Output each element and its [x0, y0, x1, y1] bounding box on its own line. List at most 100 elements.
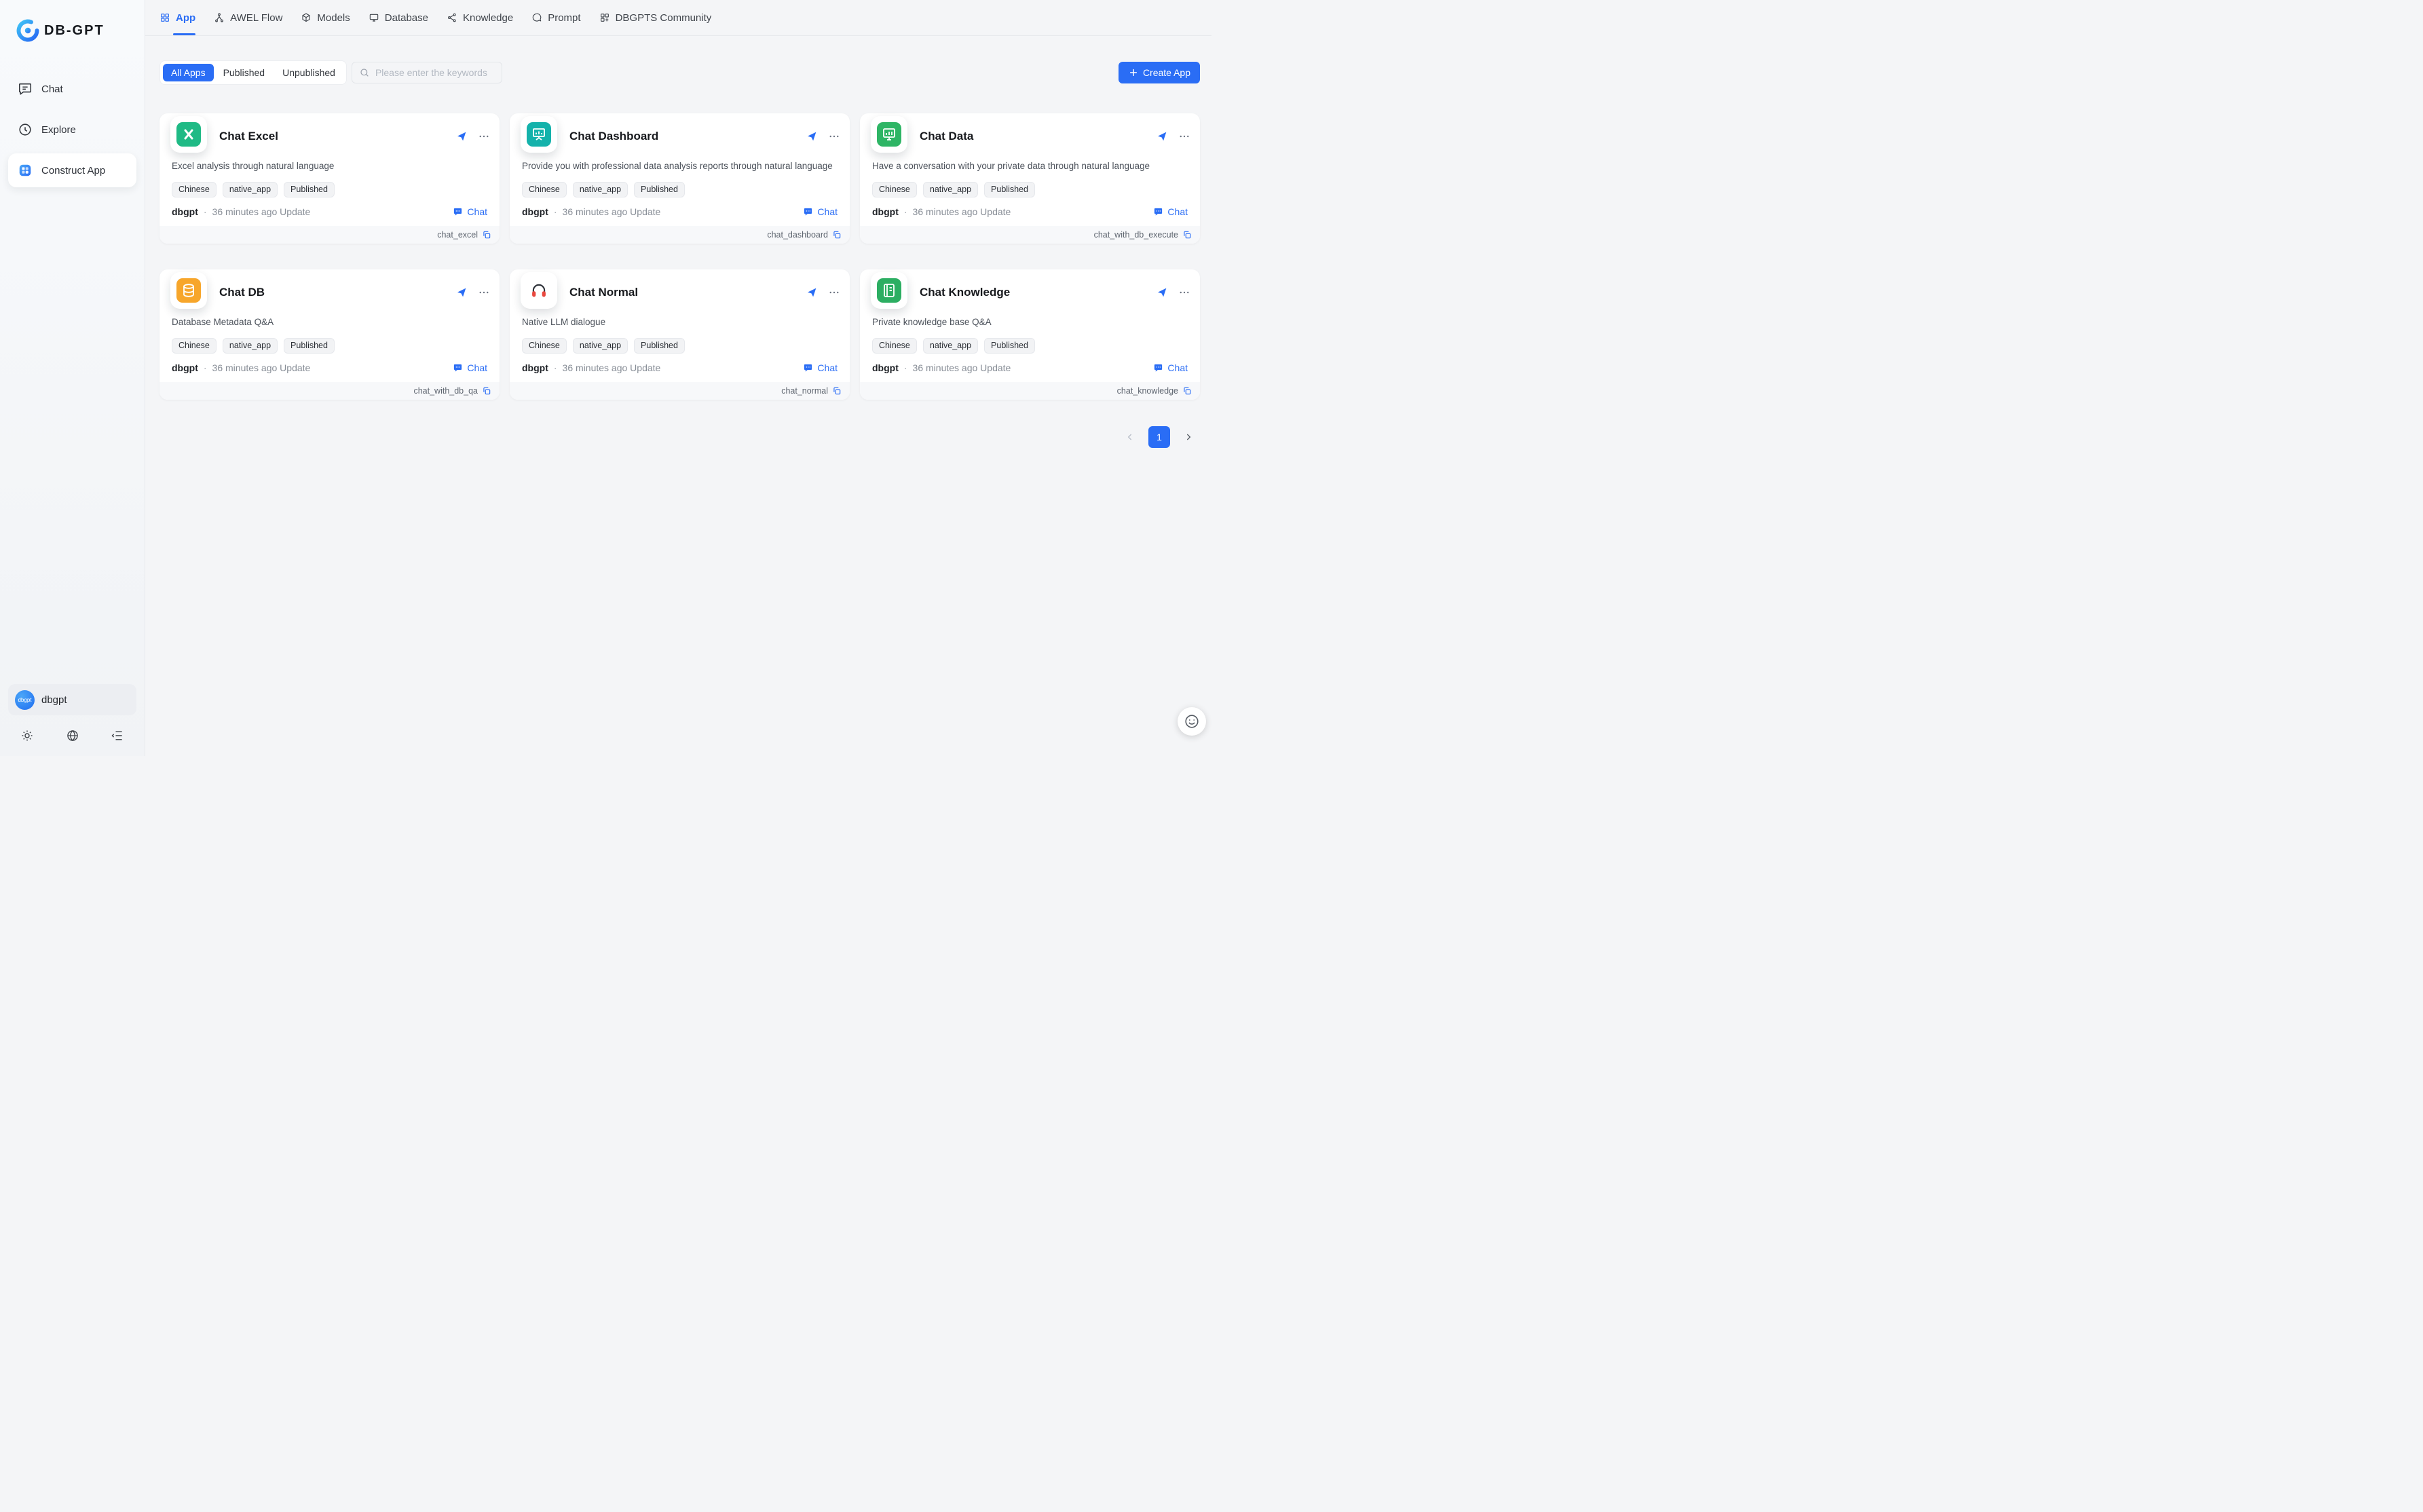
language-globe-icon[interactable] — [66, 729, 79, 742]
copy-icon[interactable] — [832, 230, 842, 240]
more-icon[interactable] — [1178, 286, 1190, 299]
tab-app[interactable]: App — [159, 0, 195, 35]
tab-database[interactable]: Database — [369, 0, 428, 35]
copy-icon[interactable] — [832, 386, 842, 396]
separator: · — [204, 206, 207, 217]
share-plane-icon[interactable] — [806, 130, 818, 143]
share-plane-icon[interactable] — [1156, 286, 1168, 299]
page-number[interactable]: 1 — [1148, 426, 1170, 448]
sidebar-item-label: Construct App — [41, 165, 105, 176]
tab-models[interactable]: Models — [301, 0, 350, 35]
filter-published[interactable]: Published — [215, 64, 274, 81]
content-area: All Apps Published Unpublished Cr — [145, 36, 1212, 756]
app-icon-tile — [871, 272, 907, 309]
models-cube-icon — [301, 12, 312, 23]
sidebar-item-explore[interactable]: Explore — [8, 113, 136, 147]
app-card-chat-knowledge: Chat Knowledge Private knowledge base Q&… — [860, 269, 1200, 400]
chat-button[interactable]: Chat — [803, 362, 838, 373]
card-updated: 36 minutes ago Update — [913, 362, 1011, 373]
tag: native_app — [923, 338, 978, 354]
chat-button[interactable]: Chat — [453, 206, 487, 217]
more-icon[interactable] — [478, 130, 490, 143]
more-icon[interactable] — [478, 286, 490, 299]
tab-awel-flow[interactable]: AWEL Flow — [214, 0, 282, 35]
card-description: Native LLM dialogue — [510, 309, 850, 327]
share-plane-icon[interactable] — [806, 286, 818, 299]
more-icon[interactable] — [1178, 130, 1190, 143]
create-app-button[interactable]: Create App — [1119, 62, 1200, 83]
card-description: Database Metadata Q&A — [159, 309, 500, 327]
app-card-chat-data: Chat Data Have a conversation with your … — [860, 113, 1200, 244]
card-owner: dbgpt — [872, 362, 899, 373]
card-title: Chat Data — [920, 130, 973, 143]
tab-label: Prompt — [548, 12, 580, 24]
tab-dbgpts-community[interactable]: DBGPTS Community — [599, 0, 712, 35]
user-name: dbgpt — [41, 694, 67, 706]
separator: · — [554, 206, 557, 217]
construct-app-icon — [18, 163, 33, 178]
more-icon[interactable] — [828, 130, 840, 143]
tag: Published — [284, 338, 335, 354]
tag: Chinese — [522, 182, 567, 197]
share-plane-icon[interactable] — [455, 286, 468, 299]
scene-name: chat_normal — [781, 386, 828, 396]
copy-icon[interactable] — [1182, 386, 1192, 396]
chat-button[interactable]: Chat — [1153, 206, 1188, 217]
card-owner: dbgpt — [872, 206, 899, 217]
tab-prompt[interactable]: Prompt — [531, 0, 580, 35]
sidebar-item-label: Chat — [41, 83, 63, 95]
filter-unpublished[interactable]: Unpublished — [274, 64, 343, 81]
share-plane-icon[interactable] — [455, 130, 468, 143]
card-tags: Chinese native_app Published — [159, 171, 500, 197]
tag: native_app — [573, 338, 628, 354]
sidebar-item-chat[interactable]: Chat — [8, 72, 136, 106]
separator: · — [904, 362, 907, 373]
tag: native_app — [223, 338, 278, 354]
card-tags: Chinese native_app Published — [860, 327, 1200, 354]
feedback-smiley-button[interactable] — [1178, 707, 1206, 736]
tab-label: Database — [385, 12, 428, 24]
app-card-chat-normal: Chat Normal Native LLM dialogue Chinese … — [510, 269, 850, 400]
chat-button[interactable]: Chat — [1153, 362, 1188, 373]
logo-text: DB-GPT — [44, 23, 105, 39]
filter-all-apps[interactable]: All Apps — [163, 64, 214, 81]
card-title: Chat DB — [219, 286, 265, 299]
chat-button-label: Chat — [817, 362, 838, 373]
separator: · — [904, 206, 907, 217]
prev-page-chevron-icon[interactable] — [1119, 426, 1142, 449]
theme-sun-icon[interactable] — [20, 729, 34, 742]
tag: native_app — [923, 182, 978, 197]
tag: Published — [984, 338, 1035, 354]
sidebar-item-construct-app[interactable]: Construct App — [8, 153, 136, 187]
explore-icon — [18, 122, 33, 137]
search-input[interactable] — [375, 67, 495, 78]
copy-icon[interactable] — [1182, 230, 1192, 240]
app-grid-icon — [159, 12, 170, 23]
headphones-icon — [527, 278, 551, 303]
share-plane-icon[interactable] — [1156, 130, 1168, 143]
dbgpt-logo-icon — [16, 19, 39, 42]
chat-button[interactable]: Chat — [803, 206, 838, 217]
separator: · — [204, 362, 207, 373]
tag: Published — [984, 182, 1035, 197]
chat-button[interactable]: Chat — [453, 362, 487, 373]
separator: · — [554, 362, 557, 373]
more-icon[interactable] — [828, 286, 840, 299]
app-icon-tile — [170, 272, 207, 309]
tab-knowledge[interactable]: Knowledge — [447, 0, 513, 35]
card-owner: dbgpt — [172, 206, 198, 217]
copy-icon[interactable] — [482, 230, 491, 240]
search-box — [352, 62, 502, 83]
tab-label: Knowledge — [463, 12, 513, 24]
flow-fork-icon — [214, 12, 225, 23]
next-page-chevron-icon[interactable] — [1177, 426, 1200, 449]
collapse-sidebar-icon[interactable] — [111, 729, 124, 742]
scene-name: chat_knowledge — [1117, 386, 1178, 396]
smiley-icon — [1184, 713, 1200, 730]
card-updated: 36 minutes ago Update — [563, 362, 661, 373]
app-card-chat-excel: Chat Excel Excel analysis through natura… — [159, 113, 500, 244]
copy-icon[interactable] — [482, 386, 491, 396]
tab-label: Models — [317, 12, 350, 24]
user-profile[interactable]: dbgpt dbgpt — [8, 684, 136, 715]
app-icon-tile — [521, 272, 557, 309]
